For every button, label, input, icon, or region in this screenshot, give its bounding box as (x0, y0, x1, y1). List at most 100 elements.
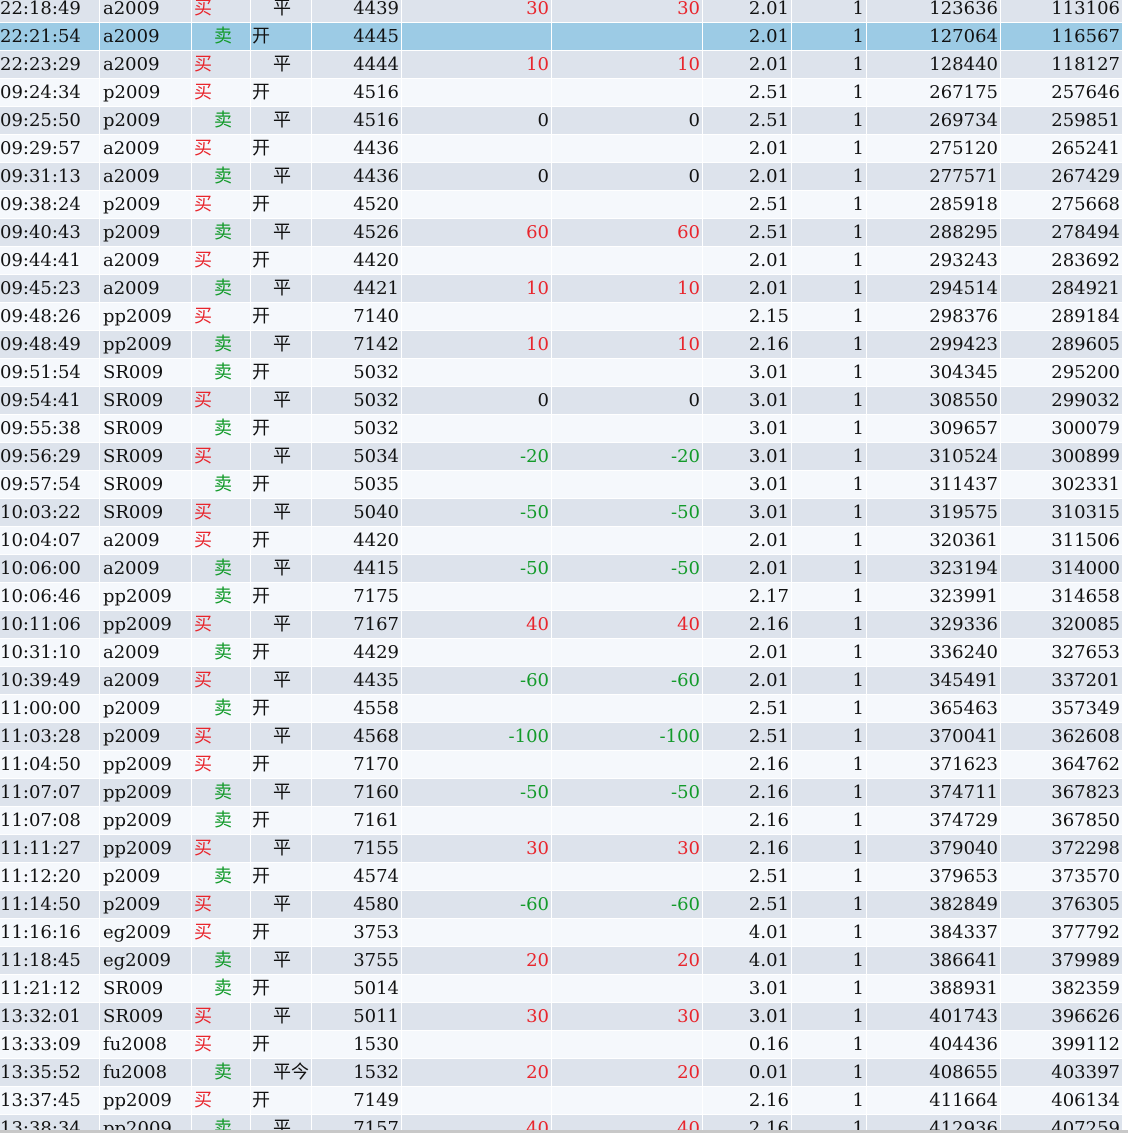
close-pnl-total-cell: -50 (552, 779, 703, 806)
table-row[interactable]: 11:03:28 p2009 买平 4568 -100 -100 2.51 1 370041 36… (0, 723, 1122, 751)
table-row[interactable]: 09:40:43 p2009 卖平 4526 60 60 2.51 1 288295 278494 (0, 219, 1122, 247)
table-row[interactable]: 09:25:50 p2009 卖平 4516 0 0 2.51 1 269734 259851 (0, 107, 1122, 135)
value-1-cell: 379040 (867, 835, 1001, 862)
contract-code-cell: SR009 (100, 415, 192, 442)
contract-code-cell: SR009 (100, 471, 192, 498)
table-row[interactable]: 09:48:26 pp2009 买开 7140 2.15 1 298376 289184 (0, 303, 1122, 331)
table-row[interactable]: 09:31:13 a2009 卖平 4436 0 0 2.01 1 277571 267429 (0, 163, 1122, 191)
contract-code-cell: a2009 (100, 555, 192, 582)
value-2-cell: 267429 (1051, 166, 1120, 187)
offset-flag-cell: 开 (251, 527, 312, 554)
table-row[interactable]: 10:06:00 a2009 卖平 4415 -50 -50 2.01 1 323194 3140… (0, 555, 1122, 583)
trade-time-cell: 09:56:29 (0, 443, 100, 470)
table-row[interactable]: 09:48:49 pp2009 卖平 7142 10 10 2.16 1 299423 28960… (0, 331, 1122, 359)
table-row[interactable]: 10:06:46 pp2009 卖开 7175 2.17 1 323991 314658 (0, 583, 1122, 611)
trade-time-cell: 22:23:29 (0, 51, 100, 78)
table-row[interactable]: 09:24:34 p2009 买开 4516 2.51 1 267175 257646 (0, 79, 1122, 107)
table-row[interactable]: 11:12:20 p2009 卖开 4574 2.51 1 379653 373570 (0, 863, 1122, 891)
table-row[interactable]: 09:45:23 a2009 卖平 4421 10 10 2.01 1 294514 284921 (0, 275, 1122, 303)
direction-cell: 卖 (192, 415, 251, 442)
table-row[interactable]: 11:14:50 p2009 买平 4580 -60 -60 2.51 1 382849 3763… (0, 891, 1122, 919)
table-row[interactable]: 09:56:29 SR009 买平 5034 -20 -20 3.01 1 310524 3008… (0, 443, 1122, 471)
table-row[interactable]: 09:44:41 a2009 买开 4420 2.01 1 293243 283692 (0, 247, 1122, 275)
table-row[interactable]: 09:55:38 SR009 卖开 5032 3.01 1 309657 300079 (0, 415, 1122, 443)
commission-cell: 2.51 (703, 695, 792, 722)
volume-cell: 1 (792, 1087, 867, 1114)
direction-cell: 买 (192, 79, 251, 106)
table-row[interactable]: 11:16:16 eg2009 买开 3753 4.01 1 384337 377792 (0, 919, 1122, 947)
trade-price-cell: 5011 (312, 1003, 402, 1030)
value-1-cell: 345491 (867, 667, 1001, 694)
trade-time-cell: 22:21:54 (0, 23, 100, 50)
direction-cell: 卖 (192, 863, 251, 890)
table-row-selected[interactable]: 22:21:54 a2009 卖开 4445 2.01 1 127064 116567 (0, 23, 1122, 51)
table-row[interactable]: 11:07:08 pp2009 卖开 7161 2.16 1 374729 367850 (0, 807, 1122, 835)
table-row[interactable]: 11:00:00 p2009 卖开 4558 2.51 1 365463 357349 (0, 695, 1122, 723)
trade-time-cell: 09:38:24 (0, 191, 100, 218)
table-row[interactable]: 13:35:52 fu2008 卖平今 1532 20 20 0.01 1 408655 4033… (0, 1059, 1122, 1087)
trade-time-cell: 09:31:13 (0, 163, 100, 190)
close-pnl-total-cell (552, 919, 703, 946)
table-row[interactable]: 11:04:50 pp2009 买开 7170 2.16 1 371623 364762 (0, 751, 1122, 779)
contract-code-cell: pp2009 (100, 331, 192, 358)
table-row[interactable]: 10:11:06 pp2009 买平 7167 40 40 2.16 1 329336 32008… (0, 611, 1122, 639)
trade-price-cell: 7142 (312, 331, 402, 358)
table-row[interactable]: 11:21:12 SR009 卖开 5014 3.01 1 388931 382359 (0, 975, 1122, 1003)
offset-flag-cell: 开 (251, 303, 312, 330)
table-row[interactable]: 10:04:07 a2009 买开 4420 2.01 1 320361 311506 (0, 527, 1122, 555)
offset-flag-cell: 平 (251, 387, 312, 414)
table-row[interactable]: 10:39:49 a2009 买平 4435 -60 -60 2.01 1 345491 3372… (0, 667, 1122, 695)
contract-code-cell: p2009 (100, 723, 192, 750)
value-1-cell: 310524 (867, 443, 1001, 470)
table-row[interactable]: 13:32:01 SR009 买平 5011 30 30 3.01 1 401743 396626 (0, 1003, 1122, 1031)
table-row[interactable]: 09:51:54 SR009 卖开 5032 3.01 1 304345 295200 (0, 359, 1122, 387)
table-row[interactable]: 09:54:41 SR009 买平 5032 0 0 3.01 1 308550 299032 (0, 387, 1122, 415)
value-1-cell: 374729 (867, 807, 1001, 834)
close-pnl-total-cell (552, 23, 703, 50)
trade-time-cell: 11:07:07 (0, 779, 100, 806)
table-row[interactable]: 11:07:07 pp2009 卖平 7160 -50 -50 2.16 1 374711 367… (0, 779, 1122, 807)
close-pnl-total-cell (552, 79, 703, 106)
value-2-cell: 311506 (1051, 530, 1120, 551)
trade-price-cell: 3755 (312, 947, 402, 974)
table-row[interactable]: 11:18:45 eg2009 卖平 3755 20 20 4.01 1 386641 37998… (0, 947, 1122, 975)
table-row[interactable]: 10:31:10 a2009 卖开 4429 2.01 1 336240 327653 (0, 639, 1122, 667)
commission-cell: 3.01 (703, 359, 792, 386)
direction-cell: 买 (192, 723, 251, 750)
close-pnl-total-cell: -60 (552, 667, 703, 694)
commission-cell: 2.01 (703, 0, 792, 22)
value-2-cell: 118127 (1051, 54, 1120, 75)
contract-code-cell: SR009 (100, 387, 192, 414)
table-row[interactable]: 09:29:57 a2009 买开 4436 2.01 1 275120 265241 (0, 135, 1122, 163)
offset-flag-cell: 开 (251, 471, 312, 498)
value-2-cell: 275668 (1051, 194, 1120, 215)
commission-cell: 2.51 (703, 191, 792, 218)
table-row[interactable]: 22:23:29 a2009 买平 4444 10 10 2.01 1 128440 118127 (0, 51, 1122, 79)
volume-cell: 1 (792, 835, 867, 862)
table-row[interactable]: 13:37:45 pp2009 买开 7149 2.16 1 411664 406134 (0, 1087, 1122, 1115)
table-row[interactable]: 22:18:49 a2009 买平 4439 30 30 2.01 1 123636 113106 (0, 0, 1122, 23)
close-pnl-cell (402, 191, 552, 218)
contract-code-cell: a2009 (100, 135, 192, 162)
value-1-cell: 123636 (867, 0, 1001, 22)
table-row[interactable]: 11:11:27 pp2009 买平 7155 30 30 2.16 1 379040 37229… (0, 835, 1122, 863)
table-row[interactable]: 10:03:22 SR009 买平 5040 -50 -50 3.01 1 319575 3103… (0, 499, 1122, 527)
table-row[interactable]: 09:38:24 p2009 买开 4520 2.51 1 285918 275668 (0, 191, 1122, 219)
value-2-cell: 327653 (1051, 642, 1120, 663)
close-pnl-cell (402, 863, 552, 890)
trade-time-cell: 09:51:54 (0, 359, 100, 386)
close-pnl-cell: 30 (402, 1003, 552, 1030)
trade-price-cell: 5040 (312, 499, 402, 526)
offset-flag-cell: 开 (251, 359, 312, 386)
value-1-cell: 382849 (867, 891, 1001, 918)
volume-cell: 1 (792, 723, 867, 750)
direction-cell: 买 (192, 667, 251, 694)
trade-price-cell: 5034 (312, 443, 402, 470)
trade-price-cell: 4568 (312, 723, 402, 750)
table-row[interactable]: 13:33:09 fu2008 买开 1530 0.16 1 404436 399112 (0, 1031, 1122, 1059)
close-pnl-cell: -60 (402, 667, 552, 694)
table-row[interactable]: 09:57:54 SR009 卖开 5035 3.01 1 311437 302331 (0, 471, 1122, 499)
trade-time-cell: 09:48:26 (0, 303, 100, 330)
direction-cell: 买 (192, 51, 251, 78)
value-1-cell: 411664 (867, 1087, 1001, 1114)
